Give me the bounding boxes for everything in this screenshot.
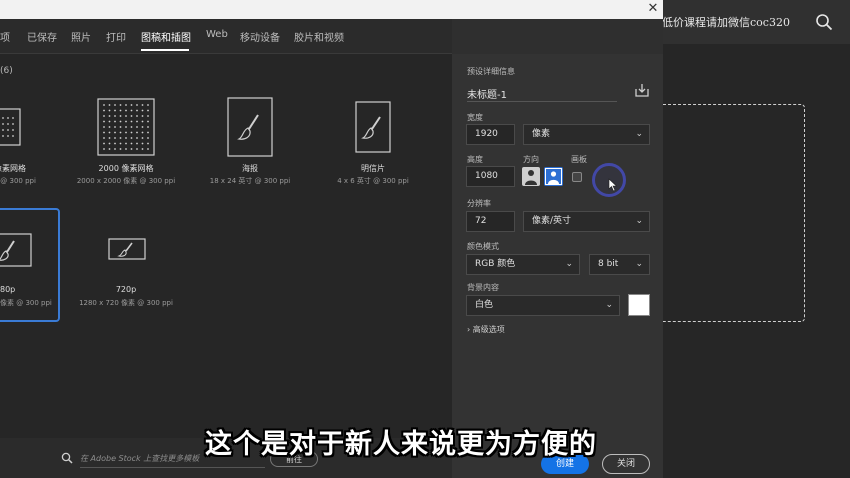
tab-photo[interactable]: 照片 — [71, 29, 91, 44]
landscape-orientation-icon[interactable] — [544, 167, 563, 186]
preset-title: 像素网格 — [0, 164, 26, 173]
tab-print[interactable]: 打印 — [106, 29, 126, 44]
section-label: 预设详细信息 — [467, 67, 515, 76]
tab-recent[interactable]: 项 — [0, 29, 10, 44]
tab-web[interactable]: Web — [206, 29, 228, 40]
width-unit-value: 像素 — [532, 129, 551, 139]
preset-title: 海报 — [242, 164, 258, 173]
preset-title: 明信片 — [361, 164, 385, 173]
video-subtitle: 这个是对于新人来说更为方便的 — [205, 429, 597, 460]
width-label: 宽度 — [467, 113, 483, 122]
close-button[interactable]: 关闭 — [602, 454, 650, 474]
chevron-down-icon: ⌄ — [605, 300, 613, 310]
document-name-field[interactable]: 未标题-1 — [467, 86, 507, 101]
background-color-swatch[interactable] — [628, 294, 650, 316]
chevron-down-icon: ⌄ — [635, 216, 643, 226]
tab-film-video[interactable]: 胶片和视频 — [294, 29, 344, 44]
preset-subtitle: 像素 @ 300 ppi — [0, 177, 36, 185]
color-mode-value: RGB 颜色 — [475, 259, 516, 269]
preset-count: (6) — [0, 66, 13, 76]
dialog-close-icon[interactable]: ✕ — [645, 1, 661, 17]
dialog-title-bar — [0, 0, 663, 19]
preset-title: 80p — [0, 285, 16, 294]
advanced-options-toggle[interactable]: › 高级选项 — [467, 324, 505, 335]
color-mode-select[interactable]: RGB 颜色 ⌄ — [466, 254, 580, 275]
search-icon[interactable] — [815, 13, 833, 31]
dot-grid-icon[interactable] — [97, 98, 155, 156]
tab-saved[interactable]: 已保存 — [27, 29, 57, 44]
chevron-right-icon: › — [467, 325, 471, 334]
resolution-unit-select[interactable]: 像素/英寸 ⌄ — [523, 211, 650, 232]
width-input[interactable]: 1920 — [466, 124, 515, 145]
name-underline — [467, 101, 617, 102]
preset-subtitle: 2000 x 2000 像素 @ 300 ppi — [76, 177, 176, 185]
brush-icon[interactable] — [0, 233, 32, 267]
chevron-down-icon: ⌄ — [635, 259, 643, 269]
background-select[interactable]: 白色 ⌄ — [466, 295, 620, 316]
resolution-input[interactable]: 72 — [466, 211, 515, 232]
resolution-label: 分辨率 — [467, 199, 491, 208]
canvas-outline — [663, 104, 805, 322]
active-tab-indicator — [141, 49, 189, 51]
background-label: 背景内容 — [467, 283, 499, 292]
width-unit-select[interactable]: 像素 ⌄ — [523, 124, 650, 145]
save-preset-icon[interactable] — [634, 82, 650, 98]
artboard-checkbox[interactable] — [572, 172, 582, 182]
mouse-cursor-icon — [608, 178, 618, 192]
color-mode-label: 颜色模式 — [467, 242, 499, 251]
orientation-label: 方向 — [523, 155, 539, 164]
preset-title: 720p — [115, 285, 137, 294]
dot-grid-icon[interactable] — [0, 108, 22, 146]
bit-depth-select[interactable]: 8 bit ⌄ — [589, 254, 650, 275]
preset-subtitle: 4 x 6 英寸 @ 300 ppi — [337, 177, 409, 185]
height-label: 高度 — [467, 155, 483, 164]
preset-title: 2000 像素网格 — [98, 164, 154, 173]
tab-mobile[interactable]: 移动设备 — [240, 29, 280, 44]
portrait-orientation-icon[interactable] — [522, 167, 540, 186]
brush-icon[interactable] — [355, 101, 391, 153]
resolution-unit-value: 像素/英寸 — [532, 216, 572, 226]
background-value: 白色 — [475, 300, 494, 310]
preset-subtitle: 18 x 24 英寸 @ 300 ppi — [209, 177, 291, 185]
chevron-down-icon: ⌄ — [635, 129, 643, 139]
preset-subtitle: 像素 @ 300 ppi — [0, 299, 52, 307]
brush-icon[interactable] — [227, 97, 273, 157]
brush-icon[interactable] — [108, 238, 146, 260]
tab-art-illustration[interactable]: 图稿和插图 — [141, 29, 191, 44]
artboard-label: 画板 — [571, 155, 587, 164]
preset-subtitle: 1280 x 720 像素 @ 300 ppi — [79, 299, 173, 307]
chevron-down-icon: ⌄ — [565, 259, 573, 269]
advanced-options-label: 高级选项 — [472, 325, 505, 334]
height-input[interactable]: 1080 — [466, 166, 515, 187]
bit-depth-value: 8 bit — [598, 259, 619, 269]
search-icon — [61, 452, 73, 464]
